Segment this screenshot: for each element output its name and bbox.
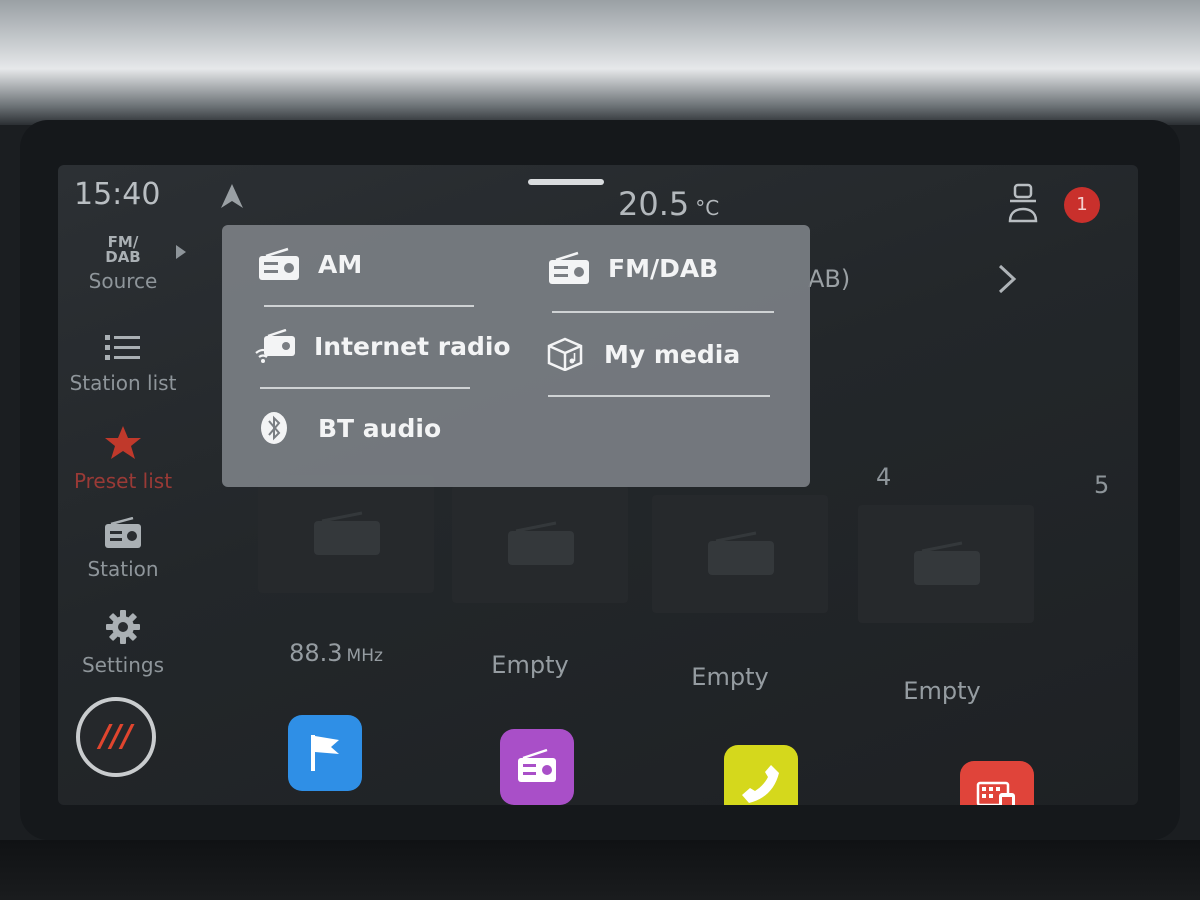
notification-badge[interactable]: 1	[1064, 187, 1100, 223]
internet-radio-icon	[255, 329, 295, 363]
source-option-label: AM	[318, 249, 363, 279]
dock-smartphone-app[interactable]	[960, 761, 1034, 805]
preset-label-1[interactable]: 88.3 MHz	[236, 639, 436, 667]
band-label: AB)	[808, 265, 851, 293]
source-label: Source	[88, 269, 158, 293]
station-label: Station	[87, 557, 159, 581]
source-option-internet-radio[interactable]: Internet radio	[254, 329, 511, 363]
source-current: FM/ DAB	[105, 233, 141, 266]
preset-frequency-unit: MHz	[346, 646, 383, 666]
media-box-icon	[547, 337, 583, 371]
sidebar-item-source[interactable]: FM/ DAB Source	[58, 233, 188, 294]
divider	[552, 311, 774, 313]
station-list-label: Station list	[69, 371, 177, 395]
dashboard-bottom	[0, 840, 1200, 900]
preset-tile-1[interactable]	[258, 475, 434, 593]
radio-icon	[259, 247, 299, 280]
radio-icon	[518, 748, 556, 782]
settings-label: Settings	[81, 653, 165, 677]
flag-icon	[311, 735, 339, 771]
temperature-value: 20.5	[618, 185, 690, 223]
source-option-bt-audio[interactable]: BT audio	[258, 411, 441, 445]
dock-navigation-app[interactable]	[288, 715, 362, 791]
preset-number-4: 4	[876, 463, 892, 491]
preset-label-4[interactable]: Empty	[842, 677, 1042, 705]
clock: 15:40	[74, 177, 161, 212]
infotainment-screen: 15:40 20.5 °C 1 AB) FM/ DAB Source Statio…	[58, 165, 1138, 805]
divider	[260, 387, 470, 389]
source-popup: AM FM/DAB Internet radio My media BT aud…	[222, 225, 810, 487]
preset-tile-2[interactable]	[452, 485, 628, 603]
pull-down-handle[interactable]	[528, 179, 604, 185]
radio-icon	[549, 251, 589, 284]
main-menu-button[interactable]: ///	[76, 697, 156, 777]
star-icon	[105, 426, 141, 459]
preset-number-5: 5	[1094, 471, 1110, 499]
source-option-am[interactable]: AM	[258, 247, 362, 281]
source-option-label: FM/DAB	[608, 253, 719, 283]
radio-icon	[508, 521, 574, 565]
source-option-label: My media	[604, 339, 741, 369]
phone-icon	[742, 765, 779, 803]
preset-label-3[interactable]: Empty	[630, 663, 830, 691]
radio-icon	[105, 516, 141, 548]
seat-climate-icon[interactable]	[1006, 183, 1040, 223]
divider	[548, 395, 770, 397]
radio-icon	[914, 541, 980, 585]
temperature-display[interactable]: 20.5 °C	[618, 185, 719, 223]
preset-frequency: 88.3	[289, 639, 343, 667]
source-expand-caret[interactable]	[176, 245, 186, 259]
preset-list-label: Preset list	[73, 469, 173, 493]
source-option-label: Internet radio	[314, 331, 511, 361]
temperature-unit: °C	[695, 196, 720, 220]
bluetooth-icon	[261, 412, 287, 444]
preset-label-2[interactable]: Empty	[430, 651, 630, 679]
gear-icon	[106, 610, 140, 644]
radio-icon	[708, 531, 774, 575]
preset-tile-4[interactable]	[858, 505, 1034, 623]
sidebar-item-station-list[interactable]: Station list	[58, 333, 188, 395]
chevron-right-icon[interactable]	[996, 263, 1018, 295]
smartphone-icon	[976, 781, 1015, 805]
source-option-my-media[interactable]: My media	[544, 337, 740, 371]
dashboard-top	[0, 0, 1200, 125]
divider	[264, 305, 474, 307]
list-icon	[105, 335, 140, 360]
source-option-label: BT audio	[318, 413, 442, 443]
preset-tile-3[interactable]	[652, 495, 828, 613]
sidebar-item-preset-list[interactable]: Preset list	[58, 425, 188, 493]
dock-radio-app[interactable]	[500, 729, 574, 805]
source-option-fm-dab[interactable]: FM/DAB	[548, 251, 718, 285]
navigation-arrow-icon[interactable]	[220, 183, 244, 209]
radio-icon	[314, 511, 380, 555]
sidebar-item-settings[interactable]: Settings	[58, 609, 188, 677]
sidebar-item-station[interactable]: Station	[58, 516, 188, 581]
dock-phone-app[interactable]	[724, 745, 798, 805]
